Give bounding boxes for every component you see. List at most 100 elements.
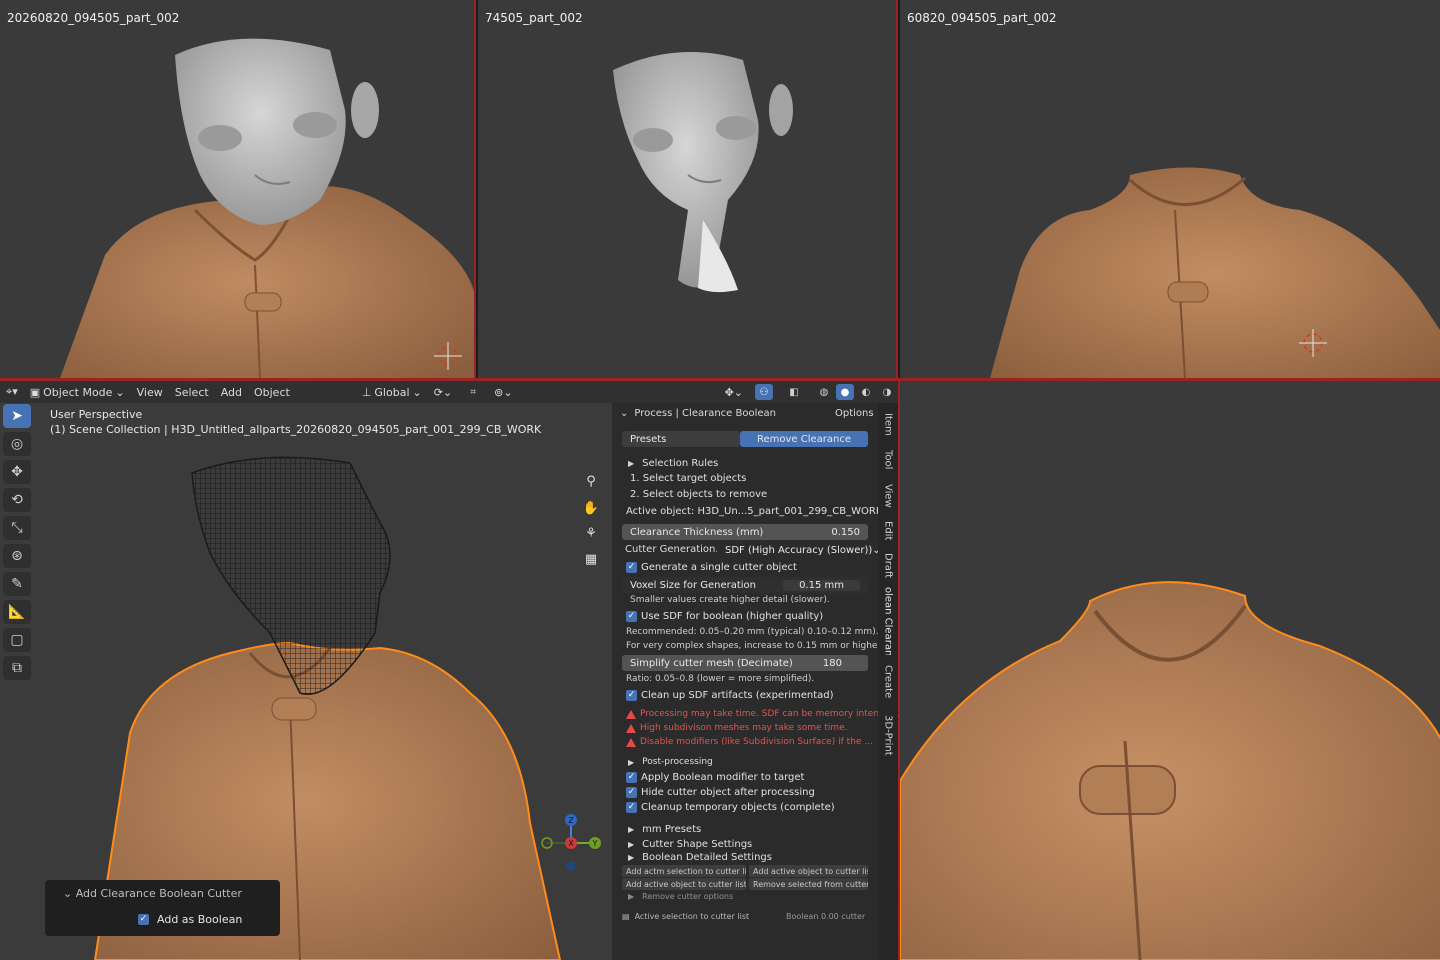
single-cutter-checkbox[interactable]: ✓ Generate a single cutter object (626, 562, 797, 573)
checkmark-icon: ✓ (626, 802, 637, 813)
pivot-icon: ⟳⌄ (433, 385, 453, 399)
editor-type-button[interactable]: ⌖▾ (0, 385, 24, 399)
menu-object[interactable]: Object (248, 386, 296, 399)
orientation-label: Global (374, 385, 410, 399)
use-sdf-checkbox[interactable]: ✓ Use SDF for boolean (higher quality) (626, 611, 823, 622)
active-object-label: Active object: H3D_Un...5_part_001_299_C… (626, 506, 883, 517)
remove-selected-from-cutter-list-button[interactable]: Remove selected from cutter list (749, 878, 868, 890)
gizmo-toggle[interactable]: ✥⌄ (719, 386, 749, 399)
viewport-main[interactable]: User Perspective (1) Scene Collection | … (0, 403, 612, 960)
cutter-generation-dropdown[interactable]: SDF (High Accuracy (Slower)) ⌄ (717, 542, 881, 558)
voxel-size-value: 0.15 mm (783, 579, 860, 591)
viewport-top-right[interactable]: 60820_094505_part_002 (900, 0, 1440, 378)
rule-2: 2. Select objects to remove (630, 489, 768, 500)
gizmo-z-label: Z (568, 816, 574, 825)
options-button[interactable]: Options (835, 408, 874, 419)
move-icon[interactable]: ✥ (3, 460, 31, 484)
post-processing-toggle[interactable]: ▶ Post-processing (628, 757, 713, 767)
menu-view[interactable]: View (131, 386, 169, 399)
redo-panel-title[interactable]: ⌄ Add Clearance Boolean Cutter (63, 887, 242, 900)
rendered-shading-icon[interactable]: ◑ (878, 384, 896, 400)
mode-dropdown[interactable]: ▣ Object Mode ⌄ (24, 386, 131, 399)
shading-modes[interactable]: ◍ ● ◐ ◑ (809, 384, 902, 400)
menu-add[interactable]: Add (215, 386, 248, 399)
camera-view-icon[interactable]: ⚘ (578, 521, 604, 545)
cleanup-temp-checkbox[interactable]: ✓ Cleanup temporary objects (complete) (626, 802, 835, 813)
annotate-icon[interactable]: ✎ (3, 572, 31, 596)
3d-cursor-icon[interactable]: ◎ (3, 432, 31, 456)
boolean-cutter-label[interactable]: Boolean 0.00 cutter (786, 912, 865, 921)
redo-last-panel[interactable]: ⌄ Add Clearance Boolean Cutter ✓ Add as … (45, 880, 280, 936)
viewport-title: 20260820_094505_part_002 (7, 11, 180, 25)
remove-cutter-options-toggle[interactable]: ▶ Remove cutter options (628, 892, 733, 901)
tab-create[interactable]: Create (880, 662, 896, 702)
viewport-header: ⌖▾ ▣ Object Mode ⌄ View Select Add Objec… (0, 381, 898, 403)
add-active-to-cutter-list-button-2[interactable]: Add active object to cutter list (622, 878, 746, 890)
add-selection-to-cutter-list-button[interactable]: Add actm selection to cutter list (622, 865, 746, 877)
overlay-toggle[interactable]: ⚇ (749, 384, 779, 400)
proportional-edit-toggle[interactable]: ⊚⌄ (488, 386, 518, 399)
clearance-boolean-panel: ⌄ Process | Clearance Boolean Options Pr… (612, 403, 900, 960)
mm-presets-toggle[interactable]: ▶ mm Presets (628, 824, 701, 835)
tab-boolean-clearance[interactable]: Boolean Clearance (880, 587, 896, 655)
warning-memory-text: Processing may take time. SDF can be mem… (640, 709, 900, 719)
xray-toggle[interactable]: ◧ (779, 384, 809, 400)
checkmark-icon: ✓ (626, 772, 637, 783)
add-active-to-cutter-list-button[interactable]: Add active object to cutter list (749, 865, 868, 877)
viewport-top-left[interactable]: 20260820_094505_part_002 (0, 0, 476, 378)
select-cursor-icon[interactable]: ➤ (3, 404, 31, 428)
voxel-size-field[interactable]: Voxel Size for Generation 0.15 mm (622, 577, 868, 593)
snap-icon: ⌗ (470, 386, 476, 398)
tab-tool[interactable]: Tool (880, 445, 896, 475)
simplify-cutter-field[interactable]: Simplify cutter mesh (Decimate) 180 (622, 655, 868, 671)
tab-draft[interactable]: Draft (880, 551, 896, 581)
transform-icon[interactable]: ⊛ (3, 544, 31, 568)
cutter-shape-toggle[interactable]: ▶ Cutter Shape Settings (628, 839, 752, 850)
rotate-icon[interactable]: ⟲ (3, 488, 31, 512)
add-cube-icon[interactable]: ▢ (3, 628, 31, 652)
boolean-detailed-toggle[interactable]: ▶ Boolean Detailed Settings (628, 852, 772, 863)
scale-icon[interactable]: ⤡ (3, 516, 31, 540)
render-head-only (613, 52, 793, 293)
remove-clearance-button[interactable]: Remove Clearance (740, 431, 868, 447)
scene-collection-label: (1) Scene Collection | H3D_Untitled_allp… (50, 423, 542, 436)
tab-edit[interactable]: Edit (880, 516, 896, 546)
apply-boolean-checkbox[interactable]: ✓ Apply Boolean modifier to target (626, 772, 804, 783)
gizmo-neg-z-axis[interactable] (566, 861, 576, 871)
clearance-thickness-field[interactable]: Clearance Thickness (mm) 0.150 (622, 524, 868, 540)
viewport-bottom-right[interactable] (898, 381, 1440, 960)
active-selection-label: Active selection to cutter list (634, 912, 750, 921)
tab-item[interactable]: Item (880, 409, 896, 439)
selection-rules-toggle[interactable]: ▶ Selection Rules (628, 458, 718, 469)
add-as-boolean-checkbox[interactable]: ✓ Add as Boolean (138, 913, 242, 926)
zoom-icon[interactable]: ⚲ (578, 469, 604, 493)
pan-hand-icon[interactable]: ✋ (578, 496, 604, 520)
checkmark-icon: ✓ (626, 787, 637, 798)
menu-select[interactable]: Select (169, 386, 215, 399)
transform-orientation-dropdown[interactable]: ⊥ Global ⌄ (356, 386, 428, 399)
warning-icon (626, 723, 636, 733)
presets-button[interactable]: Presets (622, 431, 740, 447)
solid-shading-icon[interactable]: ● (836, 384, 855, 400)
boolean-detailed-label: Boolean Detailed Settings (642, 852, 772, 863)
snap-toggle[interactable]: ⌗ (458, 384, 488, 400)
extrude-icon[interactable]: ⧉ (3, 656, 31, 680)
clearance-thickness-value: 0.150 (831, 526, 860, 538)
selection-rules-label: Selection Rules (642, 458, 719, 469)
cleanup-sdf-checkbox[interactable]: ✓ Clean up SDF artifacts (experimentad) (626, 690, 834, 701)
navigation-gizmo[interactable]: Z Y X (538, 810, 604, 876)
measure-icon[interactable]: 📐 (3, 600, 31, 624)
wireframe-shading-icon[interactable]: ◍ (815, 384, 833, 400)
voxel-size-label: Voxel Size for Generation (630, 579, 757, 591)
ortho-grid-icon[interactable]: ▦ (578, 547, 604, 571)
tab-view[interactable]: View (880, 481, 896, 511)
rule-1: 1. Select target objects (630, 473, 747, 484)
ratio-note: Ratio: 0.05–0.8 (lower = more simplified… (626, 674, 815, 684)
hide-cutter-checkbox[interactable]: ✓ Hide cutter object after processing (626, 787, 815, 798)
tab-3d-print[interactable]: 3D-Print (880, 711, 896, 759)
object-mode-icon: ▣ (29, 385, 41, 399)
material-shading-icon[interactable]: ◐ (857, 384, 875, 400)
gizmo-y-label: Y (592, 839, 598, 848)
pivot-dropdown[interactable]: ⟳⌄ (428, 386, 458, 399)
viewport-top-mid[interactable]: 74505_part_002 (478, 0, 898, 378)
